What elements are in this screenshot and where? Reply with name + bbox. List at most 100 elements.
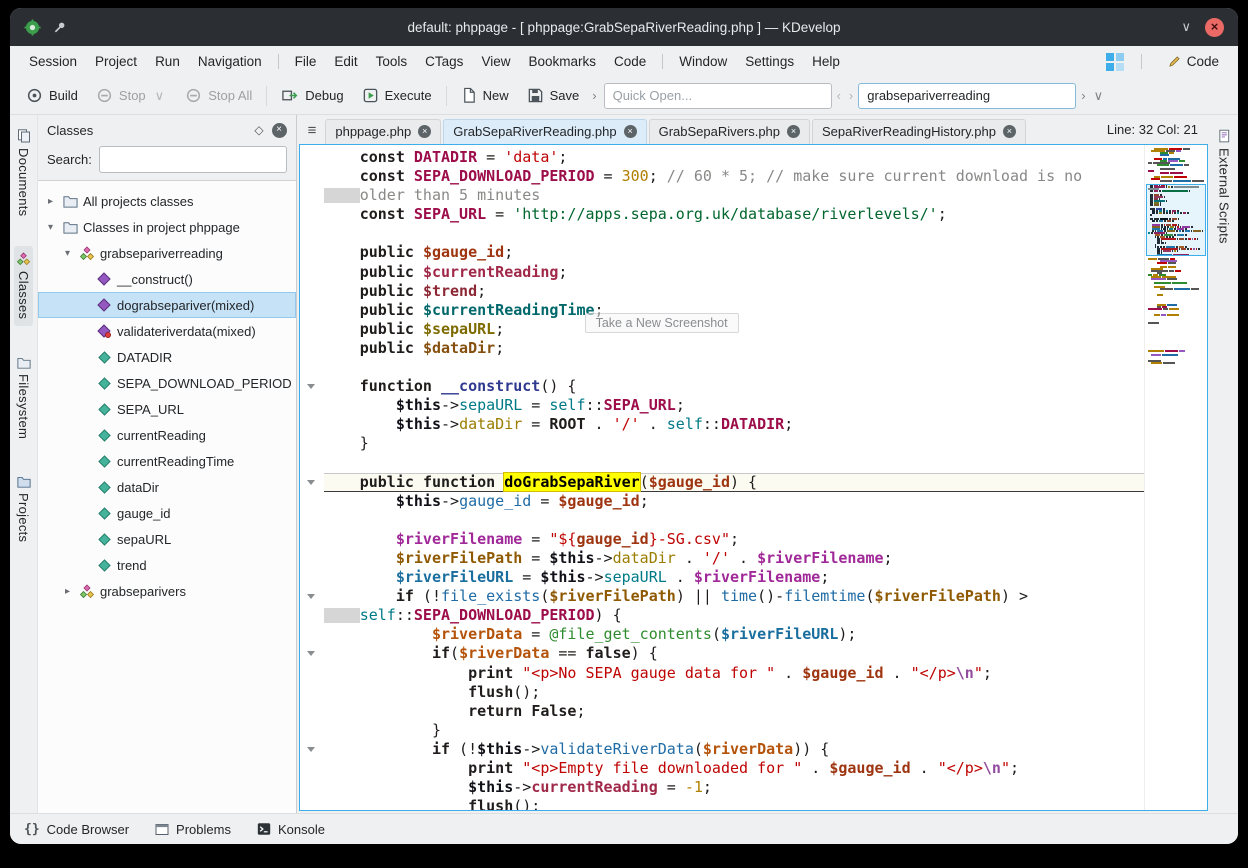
detach-panel-icon[interactable]: ◇: [254, 123, 263, 137]
tree-item-grabsepariverreading[interactable]: ▾grabsepariverreading: [38, 240, 296, 266]
menu-session[interactable]: Session: [20, 50, 86, 73]
code-token: SEPA_URL: [604, 396, 676, 414]
file-list-icon[interactable]: ≡: [301, 122, 324, 144]
editor-gutter[interactable]: [300, 145, 322, 810]
menu-file[interactable]: File: [286, 50, 326, 73]
collapse-arrow-icon[interactable]: ▾: [44, 222, 57, 233]
tree-item-currentreadingtime[interactable]: currentReadingTime: [38, 448, 296, 474]
editor-tab-grabsepariverreading-php[interactable]: GrabSepaRiverReading.php×: [443, 119, 646, 144]
fold-marker[interactable]: [300, 587, 322, 606]
menu-edit[interactable]: Edit: [325, 50, 366, 73]
fold-arrow-icon[interactable]: [307, 651, 315, 656]
save-button[interactable]: Save: [519, 83, 588, 108]
menu-tools[interactable]: Tools: [367, 50, 417, 73]
code-token: ;: [477, 282, 486, 300]
expand-arrow-icon[interactable]: ▸: [44, 196, 57, 207]
menu-view[interactable]: View: [472, 50, 519, 73]
dock-tab-projects[interactable]: Projects: [14, 469, 33, 548]
area-switcher-icon[interactable]: [1106, 53, 1124, 71]
shade-window-icon[interactable]: ∨: [1181, 19, 1191, 35]
konsole-button[interactable]: Konsole: [257, 822, 325, 837]
title-bar[interactable]: default: phppage - [ phppage:GrabSepaRiv…: [10, 8, 1238, 46]
collapse-arrow-icon[interactable]: ▾: [61, 248, 74, 259]
tree-item-sepa-download-period[interactable]: SEPA_DOWNLOAD_PERIOD: [38, 370, 296, 396]
menu-ctags[interactable]: CTags: [416, 50, 472, 73]
tree-item-dograbsepariver-mixed[interactable]: dograbsepariver(mixed): [38, 292, 296, 318]
code-line: const SEPA_URL = 'http://apps.sepa.org.u…: [324, 205, 1144, 224]
tree-item-datadir[interactable]: dataDir: [38, 474, 296, 500]
tree-item-validateriverdata-mixed[interactable]: validateriverdata(mixed): [38, 318, 296, 344]
pin-icon[interactable]: [53, 21, 66, 34]
search-options-icon[interactable]: ∨: [1091, 88, 1107, 104]
expand-arrow-icon[interactable]: ▸: [61, 586, 74, 597]
stop-button[interactable]: Stop ∨: [88, 83, 175, 108]
close-tab-icon[interactable]: ×: [787, 125, 800, 138]
fold-marker[interactable]: [300, 473, 322, 492]
code-browser-button[interactable]: {}Code Browser: [24, 821, 129, 837]
tree-item-all-projects-classes[interactable]: ▸All projects classes: [38, 188, 296, 214]
close-tab-icon[interactable]: ×: [418, 125, 431, 138]
code-token: [414, 473, 423, 491]
close-tab-icon[interactable]: ×: [624, 125, 637, 138]
problems-button[interactable]: Problems: [155, 822, 231, 837]
fold-arrow-icon[interactable]: [307, 594, 315, 599]
dock-tab-external-scripts[interactable]: External Scripts: [1215, 123, 1234, 250]
tree-item-grabseparivers[interactable]: ▸grabseparivers: [38, 578, 296, 604]
fold-arrow-icon[interactable]: [307, 384, 315, 389]
tree-item-sepaurl[interactable]: sepaURL: [38, 526, 296, 552]
menu-help[interactable]: Help: [803, 50, 849, 73]
fold-marker[interactable]: [300, 644, 322, 663]
stop-dropdown-icon[interactable]: ∨: [152, 88, 168, 104]
code-token: '/': [703, 549, 730, 567]
menu-project[interactable]: Project: [86, 50, 146, 73]
menu-run[interactable]: Run: [146, 50, 189, 73]
editor-tab-grabseparivers-php[interactable]: GrabSepaRivers.php×: [649, 119, 810, 144]
fold-arrow-icon[interactable]: [307, 480, 315, 485]
dock-tab-classes[interactable]: Classes: [14, 246, 33, 325]
close-tab-icon[interactable]: ×: [1003, 125, 1016, 138]
minimap-viewport[interactable]: [1146, 184, 1206, 256]
tree-item-trend[interactable]: trend: [38, 552, 296, 578]
search-next-icon[interactable]: ›: [1078, 88, 1088, 103]
build-button[interactable]: Build: [18, 83, 86, 108]
fold-marker[interactable]: [300, 740, 322, 759]
tree-item-classes-in-project-phppage[interactable]: ▾Classes in project phppage: [38, 214, 296, 240]
code-token: time: [721, 587, 757, 605]
debug-button[interactable]: Debug: [273, 83, 351, 108]
dock-tab-documents[interactable]: Documents: [14, 123, 33, 222]
menu-window[interactable]: Window: [670, 50, 736, 73]
menu-settings[interactable]: Settings: [736, 50, 803, 73]
editor-tab-phppage-php[interactable]: phppage.php×: [325, 119, 441, 144]
stop-all-button[interactable]: Stop All: [177, 83, 260, 108]
classes-search-input[interactable]: [99, 146, 287, 173]
code-area-button[interactable]: Code: [1159, 50, 1228, 73]
tree-item-gauge-id[interactable]: gauge_id: [38, 500, 296, 526]
nav-forward-icon[interactable]: ›: [846, 88, 856, 103]
menu-navigation[interactable]: Navigation: [189, 50, 271, 73]
menu-bookmarks[interactable]: Bookmarks: [519, 50, 605, 73]
editor-search-input[interactable]: [858, 83, 1076, 109]
fold-marker[interactable]: [300, 377, 322, 396]
tree-item-currentreading[interactable]: currentReading: [38, 422, 296, 448]
minimap-scrollbar[interactable]: [1144, 145, 1207, 810]
tree-item-sepa-url[interactable]: SEPA_URL: [38, 396, 296, 422]
tree-item-datadir[interactable]: DATADIR: [38, 344, 296, 370]
new-button[interactable]: New: [453, 83, 517, 108]
close-window-button[interactable]: ×: [1205, 18, 1224, 37]
close-panel-icon[interactable]: ×: [272, 123, 287, 138]
dock-tab-filesystem[interactable]: Filesystem: [14, 350, 33, 445]
execute-button[interactable]: Execute: [354, 83, 440, 108]
tree-item-construct[interactable]: __construct(): [38, 266, 296, 292]
code-token: ->: [586, 568, 604, 586]
code-token: False: [531, 702, 576, 720]
fold-arrow-icon[interactable]: [307, 747, 315, 752]
menu-code[interactable]: Code: [605, 50, 655, 73]
folder-icon: [61, 220, 79, 234]
code-area[interactable]: const DATADIR = 'data'; const SEPA_DOWNL…: [322, 145, 1144, 810]
editor-tab-separiverreadinghistory-php[interactable]: SepaRiverReadingHistory.php×: [812, 119, 1026, 144]
quick-open-input[interactable]: [604, 83, 832, 109]
toolbar-overflow-icon[interactable]: ›: [589, 88, 599, 103]
code-token: $this: [396, 396, 441, 414]
code-token: [324, 205, 360, 223]
nav-back-icon[interactable]: ‹: [834, 88, 844, 103]
